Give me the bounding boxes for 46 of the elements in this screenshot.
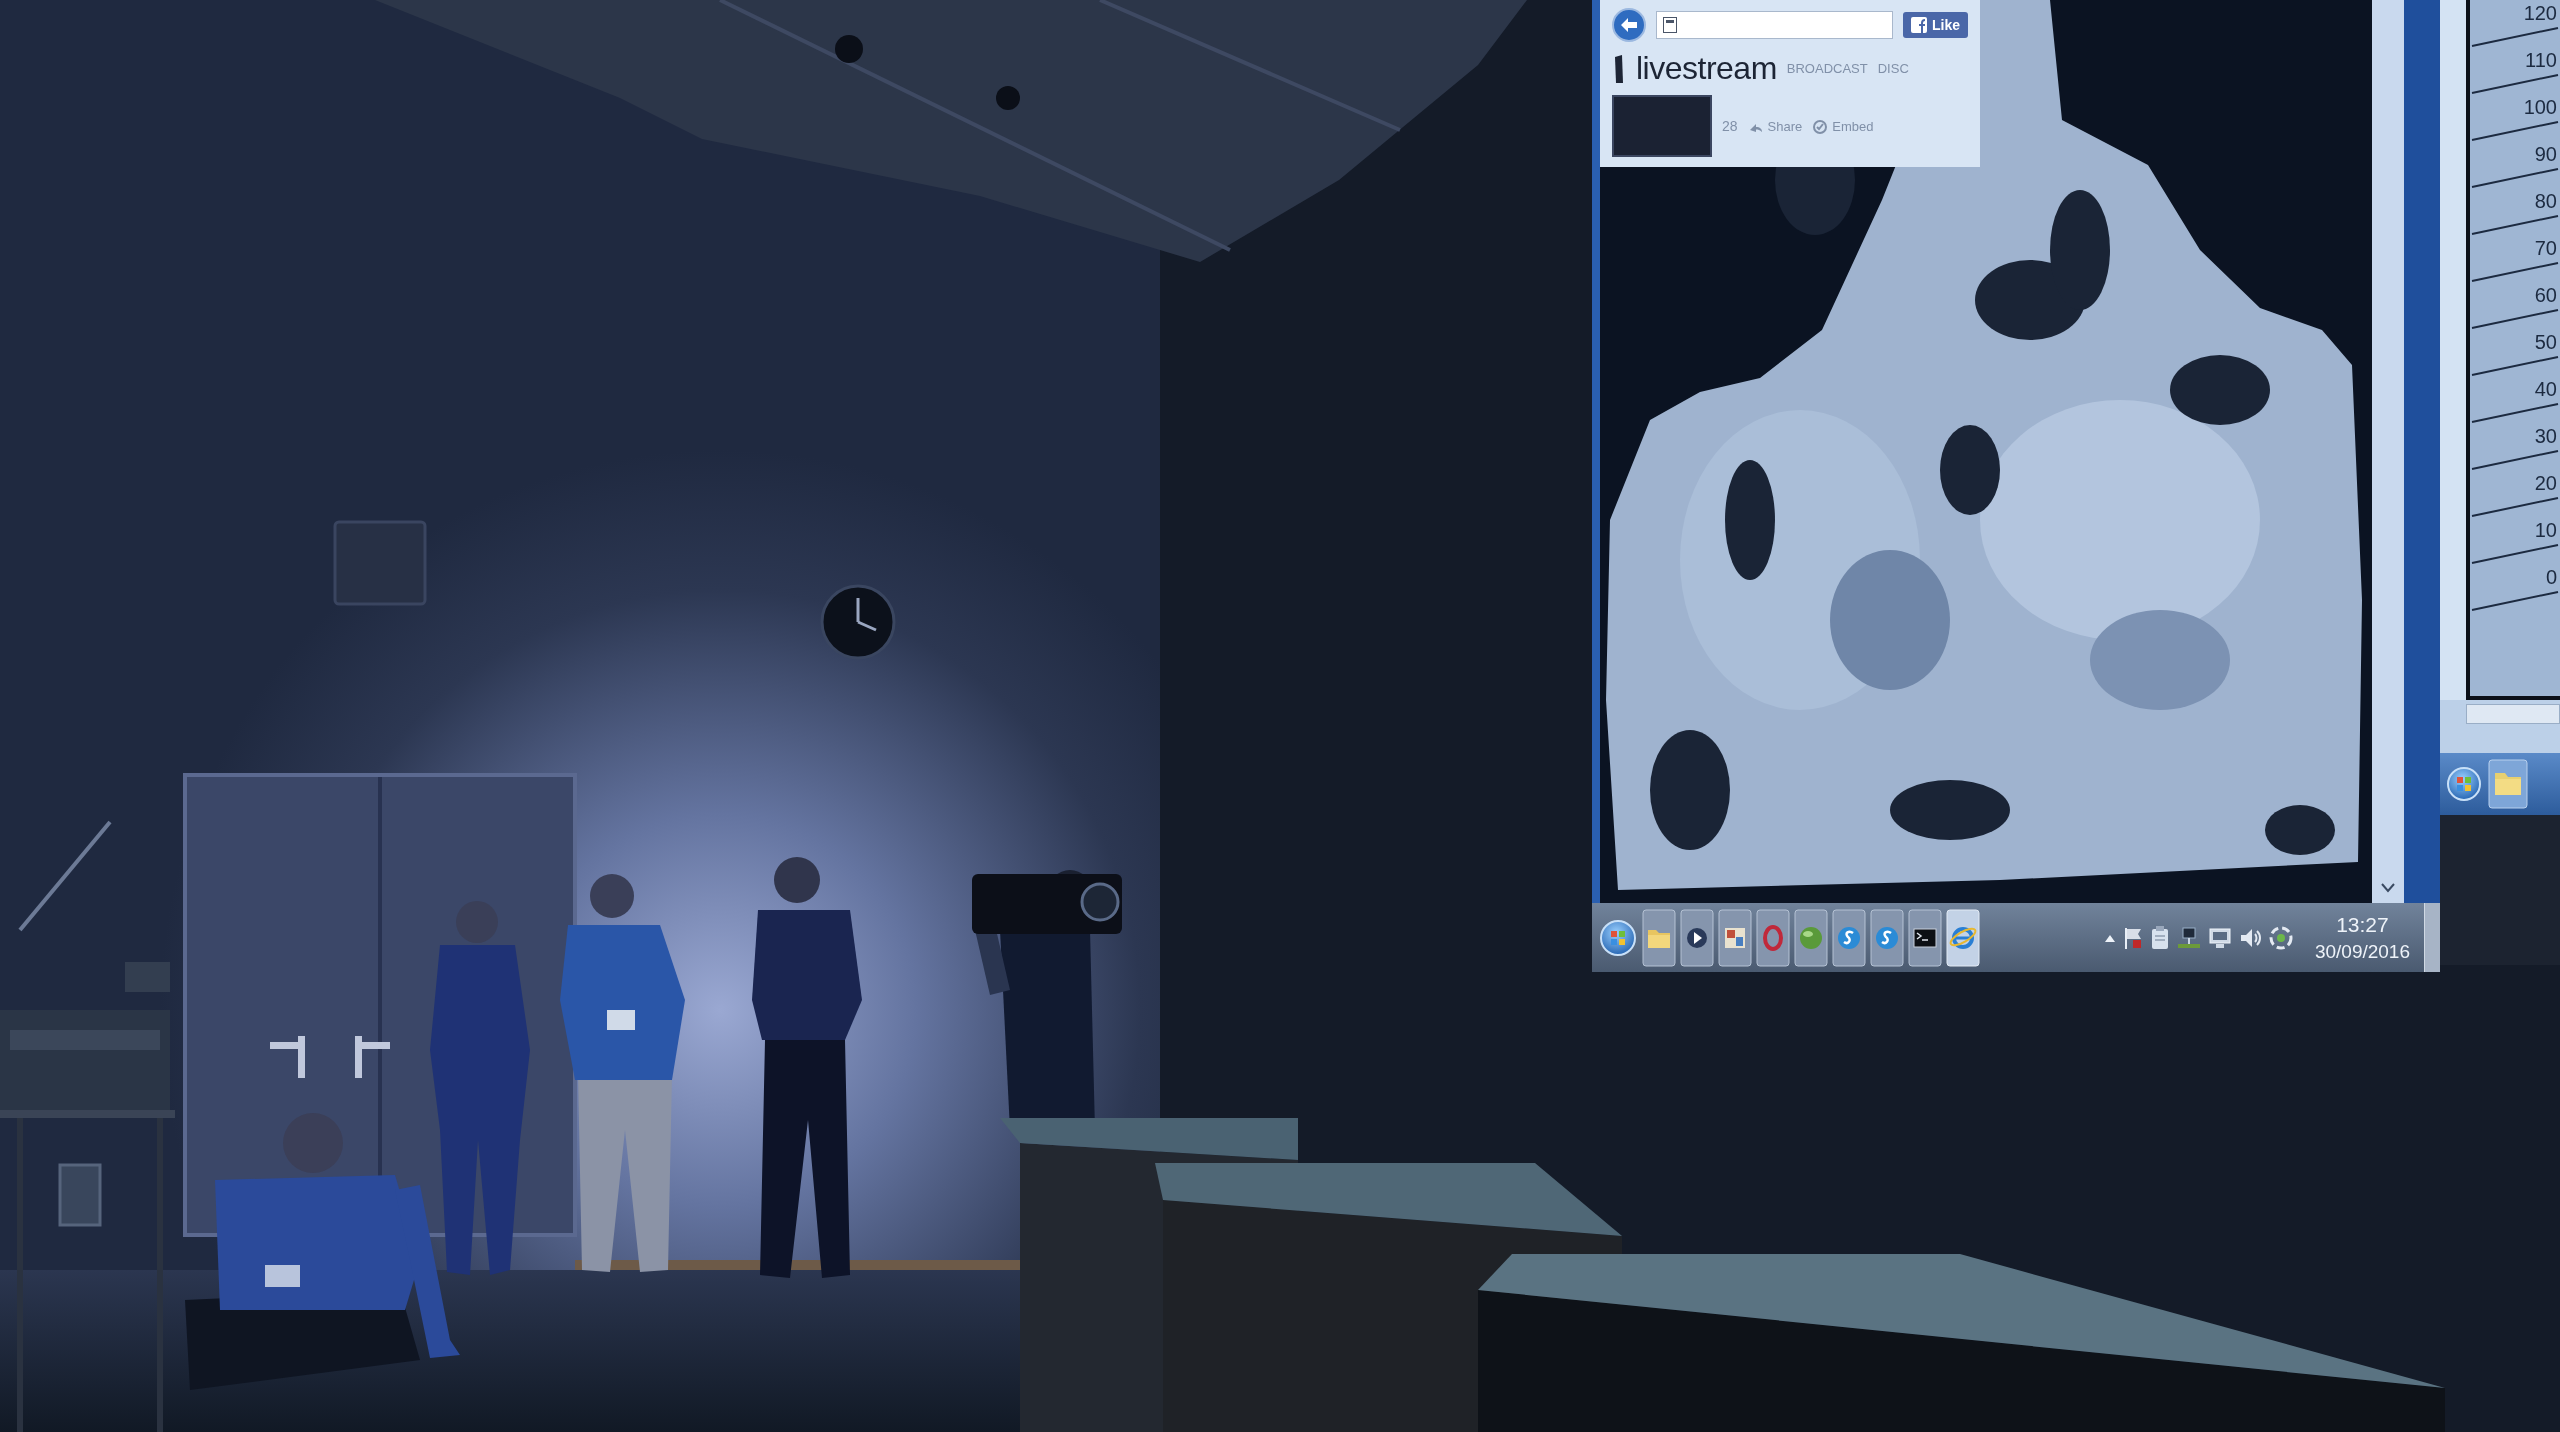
- dashed-ring-icon[interactable]: [2268, 925, 2293, 950]
- scale-label: 90: [2534, 142, 2558, 167]
- flag-icon[interactable]: [2122, 925, 2143, 950]
- back-button[interactable]: [1612, 8, 1646, 42]
- scale-label: 10: [2534, 518, 2558, 543]
- embed-link[interactable]: Embed: [1812, 118, 1874, 134]
- logo-text[interactable]: livestream: [1636, 50, 1777, 87]
- nav-link[interactable]: DISC: [1877, 61, 1909, 76]
- scale-label: 60: [2534, 283, 2558, 308]
- horizontal-scrollbar[interactable]: [2466, 704, 2560, 724]
- scale-label: 100: [2523, 95, 2558, 120]
- page-icon: [1663, 17, 1677, 33]
- check-circle-icon: [1812, 118, 1829, 134]
- scrollbar[interactable]: [2372, 0, 2404, 903]
- tray-arrow-icon[interactable]: [2104, 933, 2115, 942]
- arrow-left-icon: [1620, 17, 1638, 33]
- scale-label: 120: [2523, 1, 2558, 26]
- scale-label: 40: [2534, 377, 2558, 402]
- nav-link[interactable]: BROADCAST: [1786, 61, 1868, 76]
- picture-icon[interactable]: [1718, 908, 1752, 967]
- wall-clock-icon: [820, 584, 896, 660]
- terminal-icon[interactable]: [1908, 908, 1942, 967]
- share-link[interactable]: Share: [1747, 118, 1803, 134]
- clock-date[interactable]: 30/09/2016: [2314, 940, 2410, 963]
- f-square-icon: [1911, 17, 1927, 33]
- folder-icon[interactable]: [2488, 759, 2528, 809]
- network-icon[interactable]: [2176, 925, 2201, 950]
- channel-thumbnail[interactable]: [1612, 95, 1712, 157]
- scale-label: 110: [2525, 48, 2558, 73]
- scale-label: 70: [2534, 236, 2558, 261]
- scale-label: 0: [2545, 565, 2558, 590]
- ceiling-light: [835, 35, 863, 63]
- scale-label: 50: [2534, 330, 2558, 355]
- play-icon[interactable]: [1680, 908, 1714, 967]
- scale-label: 80: [2534, 189, 2558, 214]
- scale-label: 20: [2534, 471, 2558, 496]
- monitor-icon[interactable]: [2208, 925, 2231, 950]
- clipboard-icon[interactable]: [2150, 925, 2169, 950]
- like-button[interactable]: Like: [1903, 12, 1968, 38]
- ring-icon[interactable]: [1756, 908, 1790, 967]
- address-field[interactable]: [1656, 11, 1893, 39]
- viewer-count: 28: [1722, 118, 1738, 134]
- logo-mark-icon: [1612, 52, 1626, 85]
- scale-label: 30: [2534, 424, 2558, 449]
- ceiling-light: [996, 86, 1020, 110]
- clock-time[interactable]: 13:27: [2336, 912, 2389, 937]
